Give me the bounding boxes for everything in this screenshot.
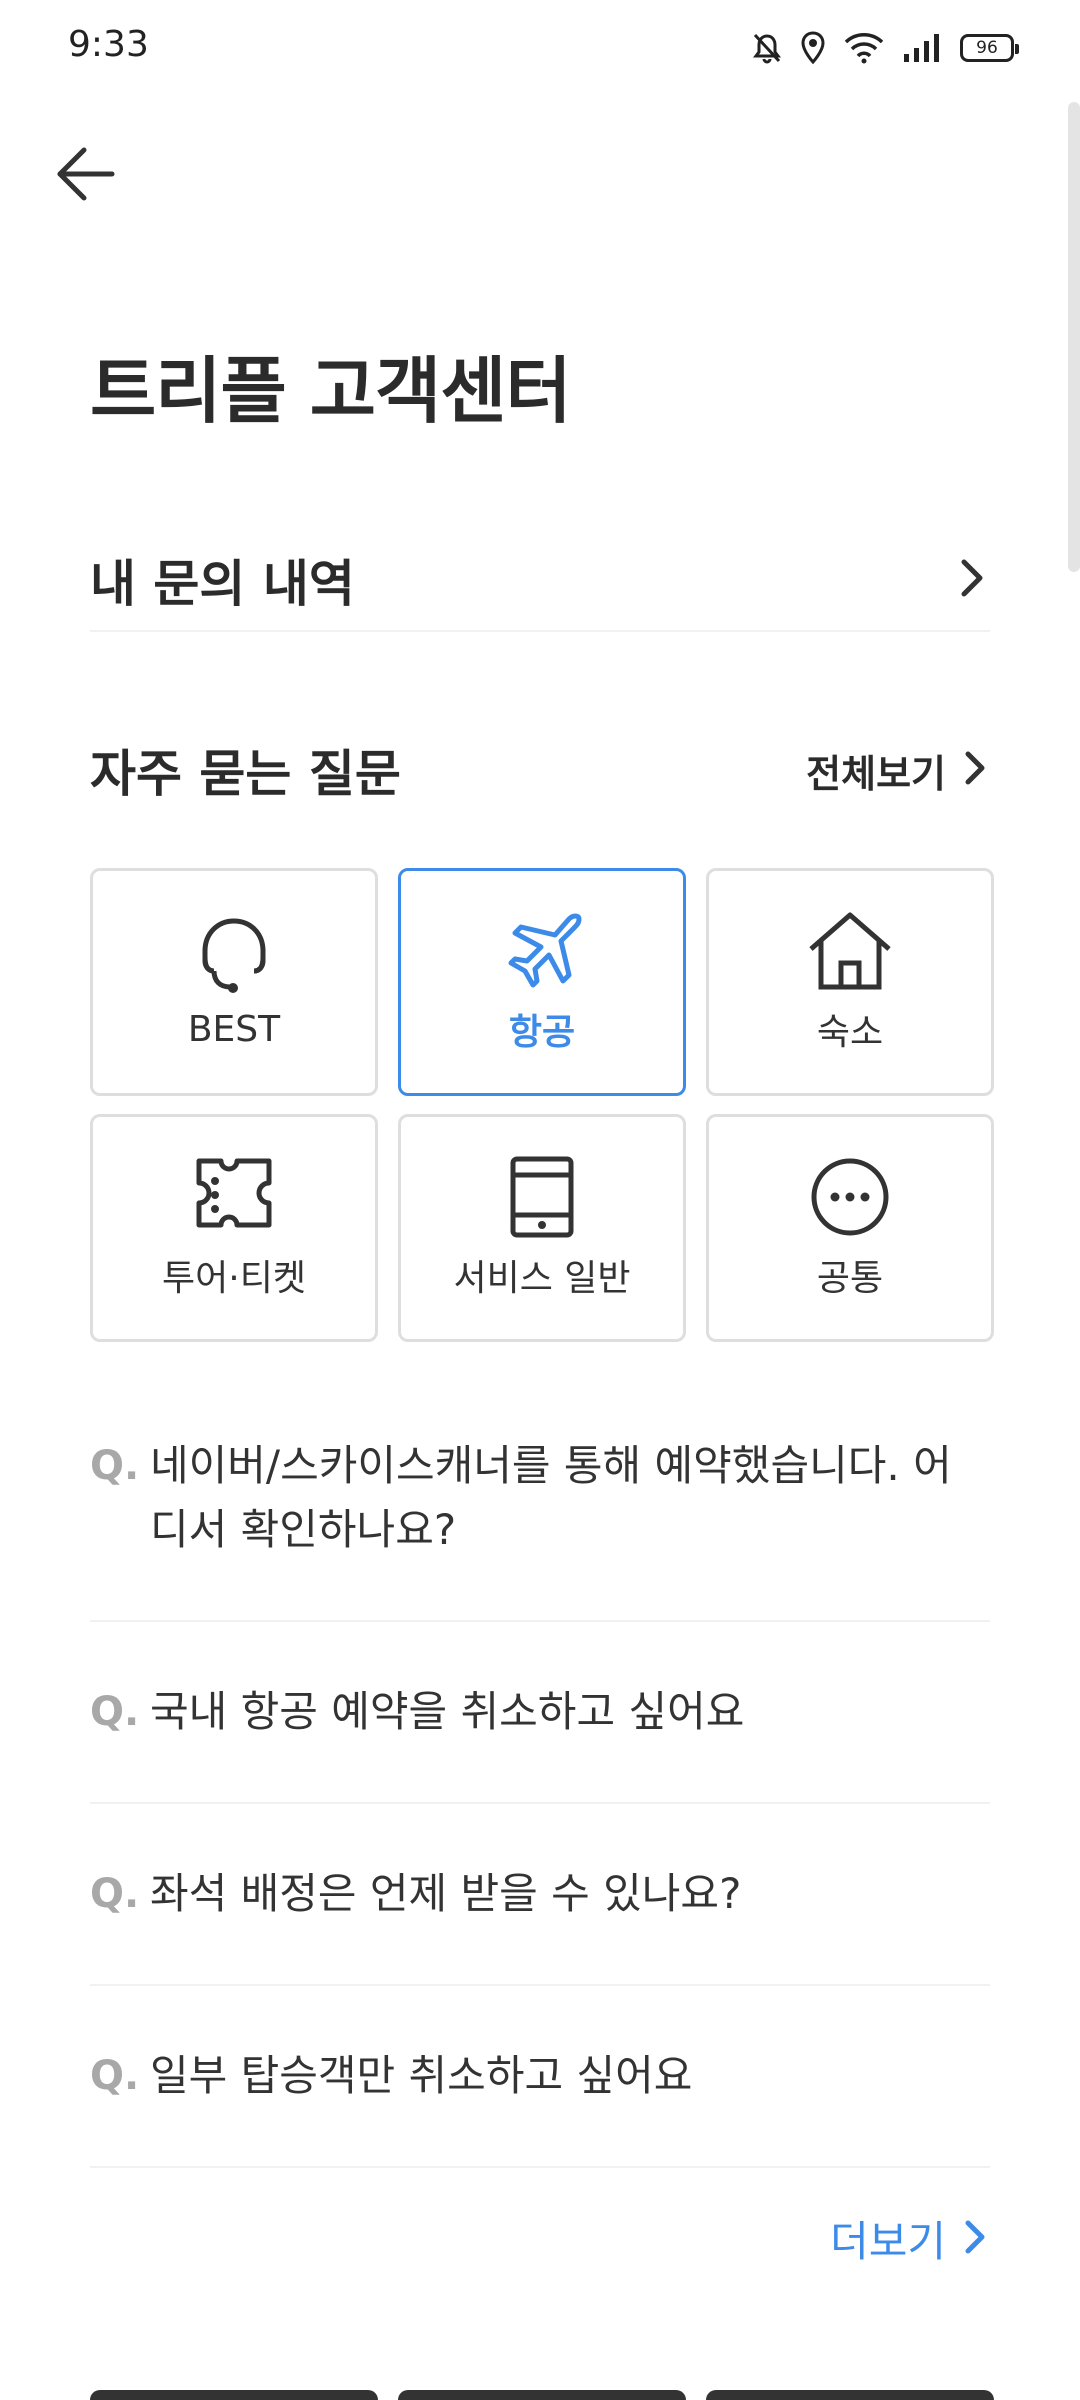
question-text: 일부 탑승객만 취소하고 싶어요 — [150, 2051, 693, 2100]
question-text: 국내 항공 예약을 취소하고 싶어요 — [150, 1687, 745, 1736]
faq-question[interactable]: Q. 네이버/스카이스캐너를 통해 예약했습니다. 어디서 확인하나요? — [90, 1400, 990, 1622]
question-prefix: Q. — [90, 1871, 140, 1917]
bottom-card[interactable] — [90, 2390, 378, 2400]
more-label: 더보기 — [830, 2217, 946, 2266]
category-tour-ticket[interactable]: 투어·티켓 — [90, 1114, 378, 1342]
status-time: 9:33 — [68, 24, 149, 65]
category-service[interactable]: 서비스 일반 — [398, 1114, 686, 1342]
category-label: BEST — [187, 1008, 281, 1050]
more-icon — [805, 1155, 895, 1239]
my-inquiries-row[interactable]: 내 문의 내역 — [90, 530, 990, 632]
faq-header: 자주 묻는 질문 전체보기 — [90, 720, 990, 820]
wifi-icon — [844, 32, 884, 64]
arrow-left-icon — [52, 147, 120, 212]
question-text: 좌석 배정은 언제 받을 수 있나요? — [150, 1869, 742, 1918]
bottom-cards — [90, 2390, 994, 2400]
faq-question[interactable]: Q. 일부 탑승객만 취소하고 싶어요 — [90, 1986, 990, 2168]
question-text: 네이버/스카이스캐너를 통해 예약했습니다. 어디서 확인하나요? — [150, 1441, 952, 1554]
page-title: 트리플 고객센터 — [90, 349, 572, 433]
scrollbar[interactable] — [1068, 102, 1080, 572]
category-flight[interactable]: 항공 — [398, 868, 686, 1096]
category-label: 숙소 — [816, 1012, 884, 1053]
house-icon — [805, 909, 895, 993]
chevron-right-icon — [960, 2217, 990, 2261]
back-button[interactable] — [52, 140, 120, 208]
tablet-icon — [497, 1155, 587, 1239]
category-label: 투어·티켓 — [162, 1258, 306, 1299]
faq-title: 자주 묻는 질문 — [90, 745, 401, 803]
status-bar: 9:33 96 — [0, 0, 1080, 96]
category-accommodation[interactable]: 숙소 — [706, 868, 994, 1096]
bell-off-icon — [752, 32, 782, 64]
location-icon — [800, 31, 826, 65]
question-prefix: Q. — [90, 1689, 140, 1735]
category-label: 항공 — [508, 1012, 576, 1053]
battery-icon: 96 — [960, 34, 1019, 62]
faq-question[interactable]: Q. 국내 항공 예약을 취소하고 싶어요 — [90, 1622, 990, 1804]
category-label: 서비스 일반 — [453, 1258, 631, 1299]
category-best[interactable]: BEST — [90, 868, 378, 1096]
chevron-right-icon — [960, 748, 990, 792]
question-prefix: Q. — [90, 1443, 140, 1489]
my-inquiries-label: 내 문의 내역 — [90, 555, 355, 613]
category-label: 공통 — [816, 1258, 884, 1299]
bottom-card[interactable] — [706, 2390, 994, 2400]
see-all-label: 전체보기 — [806, 751, 946, 796]
see-all-button[interactable]: 전체보기 — [806, 743, 990, 798]
question-prefix: Q. — [90, 2053, 140, 2099]
battery-level: 96 — [976, 38, 998, 58]
faq-question[interactable]: Q. 좌석 배정은 언제 받을 수 있나요? — [90, 1804, 990, 1986]
airplane-icon — [497, 909, 587, 993]
ticket-icon — [189, 1155, 279, 1239]
bottom-card[interactable] — [398, 2390, 686, 2400]
chevron-right-icon — [954, 556, 990, 604]
faq-list: Q. 네이버/스카이스캐너를 통해 예약했습니다. 어디서 확인하나요? Q. … — [90, 1400, 990, 2168]
more-button[interactable]: 더보기 — [830, 2208, 990, 2269]
signal-icon — [902, 32, 942, 64]
category-common[interactable]: 공통 — [706, 1114, 994, 1342]
status-icons: 96 — [752, 28, 1019, 68]
headset-icon — [189, 915, 279, 999]
faq-categories: BEST 항공 숙소 투어·티켓 서비스 일반 공통 — [90, 868, 994, 1342]
